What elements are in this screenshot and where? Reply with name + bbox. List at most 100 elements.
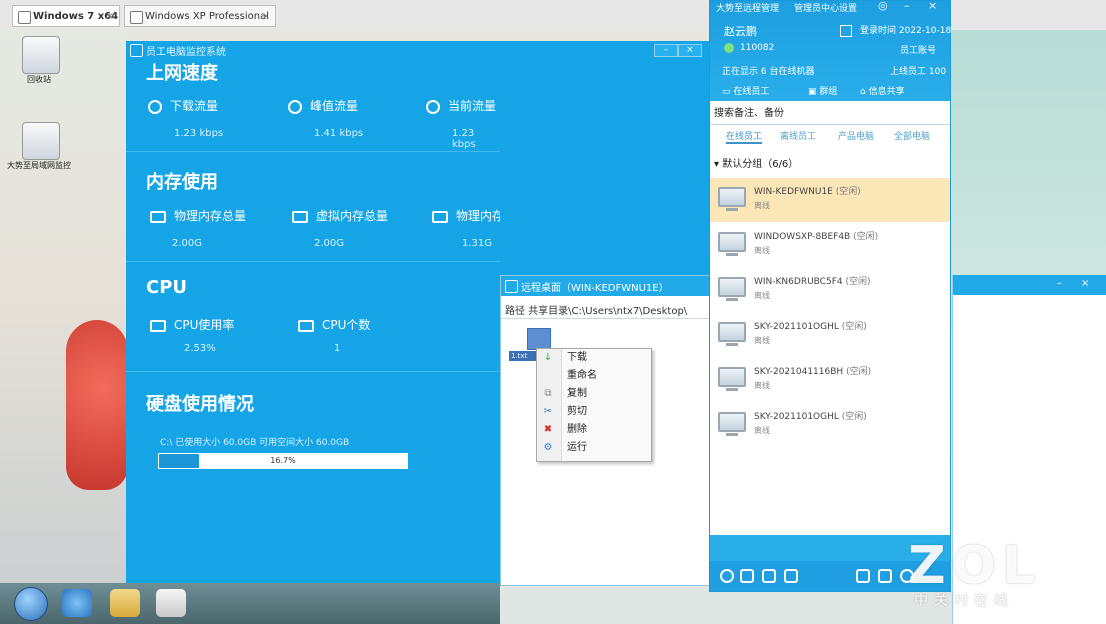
- contact-item[interactable]: WINDOWSXP-8BEF4B (空闲) 离线: [710, 223, 950, 267]
- settings-icon[interactable]: ◎: [878, 0, 888, 12]
- app-name: 大势至远程管理: [716, 1, 779, 14]
- user-name: 赵云鹏: [724, 23, 757, 39]
- calendar-icon: [840, 25, 852, 37]
- metric-label: 虚拟内存总量: [316, 209, 388, 223]
- context-menu: ↓下载 重命名 ⧉复制 ✂剪切 ✖删除 ⚙运行: [536, 348, 652, 462]
- vm-tab-xp[interactable]: Windows XP Professional ×: [124, 5, 276, 27]
- computer-stand: [726, 388, 738, 391]
- close-icon[interactable]: ×: [262, 6, 270, 28]
- minimize-icon[interactable]: –: [904, 0, 910, 12]
- contact-name: SKY-2021101OGHL: [754, 322, 839, 332]
- contact-name-row: WIN-KN6DRUBC5F4 (空闲): [754, 274, 871, 287]
- tab-all[interactable]: 全部电脑: [894, 129, 930, 142]
- menu-item-delete[interactable]: ✖删除: [537, 421, 651, 439]
- computer-icon: [718, 277, 746, 297]
- divider: [126, 261, 500, 262]
- folder-icon[interactable]: [110, 589, 140, 617]
- metric-label: 物理内存可用: [456, 209, 500, 223]
- tab-product[interactable]: 产品电脑: [838, 129, 874, 142]
- info-icon[interactable]: [720, 569, 734, 583]
- memory-icon: [292, 211, 308, 223]
- contact-name: WIN-KN6DRUBC5F4: [754, 277, 843, 287]
- cart-icon[interactable]: [784, 569, 798, 583]
- menu-item-rename[interactable]: 重命名: [537, 367, 651, 385]
- action-online-staff[interactable]: ▭ 在线员工: [722, 84, 769, 97]
- divider: [126, 151, 500, 152]
- window-title: 员工电脑监控系统: [146, 43, 226, 58]
- metric-peak: 峰值流量: [288, 97, 358, 114]
- lock-icon[interactable]: [740, 569, 754, 583]
- contact-item[interactable]: SKY-2021101OGHL (空闲) 离线: [710, 403, 950, 447]
- start-button[interactable]: [14, 587, 48, 621]
- computer-stand: [726, 208, 738, 211]
- menu-item-copy[interactable]: ⧉复制: [537, 385, 651, 403]
- file-icon[interactable]: [527, 328, 551, 350]
- contact-status: 离线: [754, 245, 770, 256]
- disk-usage-bar: 16.7%: [158, 453, 408, 469]
- status-line: 正在显示 6 台在线机器: [722, 64, 814, 77]
- header-menu[interactable]: 管理员中心设置: [794, 1, 857, 14]
- computer-icon: [718, 232, 746, 252]
- metric-label: CPU个数: [322, 318, 370, 332]
- section-title-network: 上网速度: [146, 59, 218, 85]
- window-icon: [505, 280, 518, 293]
- action-share[interactable]: ⌂ 信息共享: [860, 84, 905, 97]
- close-icon[interactable]: ×: [106, 6, 114, 28]
- group-header[interactable]: ▾ 默认分组（6/6）: [710, 155, 950, 175]
- disk-usage-percent: 16.7%: [159, 454, 407, 468]
- online-count: 上线员工 100: [890, 64, 946, 77]
- contact-item[interactable]: SKY-2021101OGHL (空闲) 离线: [710, 313, 950, 357]
- contact-name-row: WIN-KEDFWNU1E (空闲): [754, 184, 861, 197]
- action-label: 在线员工: [733, 87, 769, 97]
- zol-watermark-logo: ZOL: [908, 536, 1041, 596]
- action-group[interactable]: ▣ 群组: [808, 84, 837, 97]
- grid-icon[interactable]: [878, 569, 892, 583]
- metric-label: CPU使用率: [174, 318, 234, 332]
- contact-status: 离线: [754, 425, 770, 436]
- close-button[interactable]: ×: [678, 44, 702, 57]
- tab-online[interactable]: 在线员工: [726, 129, 762, 144]
- desktop-icon-monitor-app[interactable]: 大势至局域网监控: [4, 122, 74, 171]
- contact-name: SKY-2021101OGHL: [754, 412, 839, 422]
- menu-item-download[interactable]: ↓下载: [537, 349, 651, 367]
- contact-item[interactable]: WIN-KN6DRUBC5F4 (空闲) 离线: [710, 268, 950, 312]
- contact-item[interactable]: WIN-KEDFWNU1E (空闲) 离线: [710, 178, 950, 222]
- menu-item-cut[interactable]: ✂剪切: [537, 403, 651, 421]
- menu-item-label: 删除: [567, 424, 587, 435]
- metric-value: 2.53%: [184, 343, 216, 354]
- gauge-icon: [148, 100, 162, 114]
- minimize-icon[interactable]: –: [1057, 278, 1062, 289]
- monitor-window-extension: [500, 41, 710, 275]
- metric-value: 2.00G: [314, 238, 344, 249]
- section-title-memory: 内存使用: [146, 168, 218, 194]
- key-icon[interactable]: [762, 569, 776, 583]
- section-title-disk: 硬盘使用情况: [146, 390, 254, 416]
- contact-item[interactable]: SKY-2021041116BH (空闲) 离线: [710, 358, 950, 402]
- ie-icon[interactable]: [62, 589, 92, 617]
- desktop-icon-recycle[interactable]: 回收站: [4, 36, 74, 85]
- vm-icon: [130, 11, 143, 24]
- contacts-search-input[interactable]: 搜索备注、备份: [710, 103, 950, 125]
- metric-value: 1.23 kbps: [174, 128, 223, 139]
- tab-offline[interactable]: 离线员工: [780, 129, 816, 142]
- monitor-window: 员工电脑监控系统 – × 上网速度 下载流量 峰值流量 当前流量 1.23 kb…: [126, 41, 500, 583]
- menu-item-run[interactable]: ⚙运行: [537, 439, 651, 457]
- section-title-cpu: CPU: [146, 277, 187, 298]
- close-icon[interactable]: ×: [1081, 278, 1089, 289]
- path-bar: 路径 共享目录\C:\Users\ntx7\Desktop\: [505, 302, 687, 317]
- metric-cpu-count: CPU个数: [298, 316, 370, 333]
- computer-icon: [718, 322, 746, 342]
- wallpaper-doll: [66, 320, 128, 490]
- metric-current: 当前流量: [426, 97, 496, 114]
- action-label: 信息共享: [869, 87, 905, 97]
- contact-tag: (空闲): [845, 277, 870, 287]
- app-icon: [130, 44, 143, 57]
- media-player-icon[interactable]: [156, 589, 186, 617]
- monitor-minimize-button[interactable]: –: [654, 44, 678, 57]
- metric-phys-total: 物理内存总量: [150, 207, 246, 224]
- divider: [501, 318, 711, 319]
- calculator-icon[interactable]: [856, 569, 870, 583]
- vm-icon: [18, 11, 31, 24]
- close-icon[interactable]: ×: [928, 0, 937, 12]
- vm-tab-win7[interactable]: Windows 7 x64 ×: [12, 5, 120, 27]
